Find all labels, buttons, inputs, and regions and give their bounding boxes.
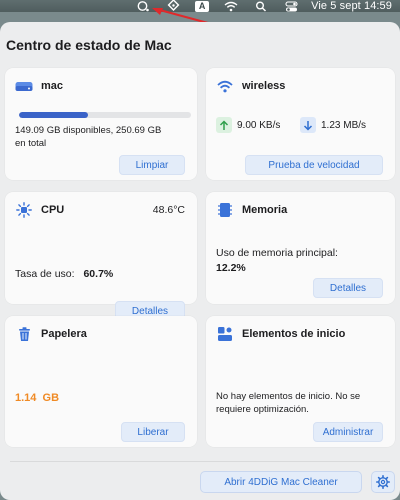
clean-button[interactable]: Limpiar bbox=[119, 155, 185, 175]
memory-card: Memoria Uso de memoria principal: 12.2% … bbox=[206, 192, 395, 304]
chat-icon[interactable] bbox=[135, 0, 151, 12]
upload-arrow-icon bbox=[216, 117, 232, 133]
menu-bar-clock[interactable]: Vie 5 sept 14:59 bbox=[311, 0, 392, 12]
storage-usage-bar bbox=[19, 112, 191, 118]
startup-title: Elementos de inicio bbox=[242, 328, 346, 340]
memory-icon bbox=[216, 203, 234, 217]
trash-card: Papelera 1.14 GB Liberar bbox=[5, 316, 197, 447]
startup-message-line2: requiere optimización. bbox=[216, 404, 309, 415]
status-center-panel: Centro de estado de Mac mac 149.09 GB di… bbox=[0, 22, 400, 500]
cpu-temperature: 48.6°C bbox=[152, 204, 185, 216]
open-app-button[interactable]: Abrir 4DDiG Mac Cleaner bbox=[200, 471, 362, 493]
speed-test-button[interactable]: Prueba de velocidad bbox=[245, 155, 383, 175]
storage-detail-line1: 149.09 GB disponibles, 250.69 GB bbox=[15, 125, 162, 136]
startup-card: Elementos de inicio No hay elementos de … bbox=[206, 316, 395, 447]
cpu-icon bbox=[15, 202, 33, 218]
cpu-usage: Tasa de uso: 60.7% bbox=[15, 268, 113, 280]
storage-detail: 149.09 GB disponibles, 250.69 GB en tota… bbox=[15, 124, 161, 150]
cpu-usage-label: Tasa de uso: bbox=[15, 268, 75, 280]
storage-usage-fill bbox=[19, 112, 88, 118]
memory-details-button[interactable]: Detalles bbox=[313, 278, 383, 298]
manage-startup-button[interactable]: Administrar bbox=[313, 422, 383, 442]
download-speed-value: 1.23 MB/s bbox=[321, 119, 367, 131]
drive-icon bbox=[15, 79, 33, 93]
trash-icon bbox=[15, 326, 33, 341]
startup-card-header: Elementos de inicio bbox=[216, 327, 345, 341]
memory-usage-value: 12.2% bbox=[216, 262, 246, 274]
cpu-card: CPU 48.6°C Tasa de uso: 60.7% Detalles bbox=[5, 192, 197, 321]
cpu-card-header: CPU bbox=[15, 202, 65, 218]
free-trash-button[interactable]: Liberar bbox=[121, 422, 185, 442]
memory-usage-label: Uso de memoria principal: bbox=[216, 247, 338, 259]
memory-title: Memoria bbox=[242, 204, 288, 216]
footer-divider bbox=[10, 461, 390, 462]
gear-icon bbox=[376, 475, 390, 489]
storage-detail-line2: en total bbox=[15, 138, 47, 149]
upload-speed: 9.00 KB/s bbox=[216, 117, 280, 133]
settings-button[interactable] bbox=[371, 471, 395, 493]
network-card-header: wireless bbox=[216, 79, 285, 93]
storage-title: mac bbox=[41, 80, 64, 92]
startup-message-line1: No hay elementos de inicio. No se bbox=[216, 391, 361, 402]
startup-icon bbox=[216, 327, 234, 341]
network-title: wireless bbox=[242, 80, 286, 92]
download-arrow-icon bbox=[300, 117, 316, 133]
cpu-usage-value: 60.7% bbox=[83, 268, 114, 280]
trash-size: 1.14 GB bbox=[15, 392, 60, 404]
startup-message: No hay elementos de inicio. No se requie… bbox=[216, 390, 360, 416]
panel-title: Centro de estado de Mac bbox=[6, 37, 172, 53]
upload-speed-value: 9.00 KB/s bbox=[237, 119, 281, 131]
trash-card-header: Papelera bbox=[15, 326, 87, 341]
network-card: wireless 9.00 KB/s 1.23 MB/s Prueba de v… bbox=[206, 68, 395, 180]
storage-card-header: mac bbox=[15, 79, 63, 93]
download-speed: 1.23 MB/s bbox=[300, 117, 366, 133]
storage-card: mac 149.09 GB disponibles, 250.69 GB en … bbox=[5, 68, 197, 180]
wifi-icon bbox=[216, 79, 234, 93]
trash-title: Papelera bbox=[41, 328, 87, 340]
memory-card-header: Memoria bbox=[216, 203, 287, 217]
cpu-title: CPU bbox=[41, 204, 65, 216]
memory-usage: Uso de memoria principal: 12.2% bbox=[216, 246, 338, 276]
